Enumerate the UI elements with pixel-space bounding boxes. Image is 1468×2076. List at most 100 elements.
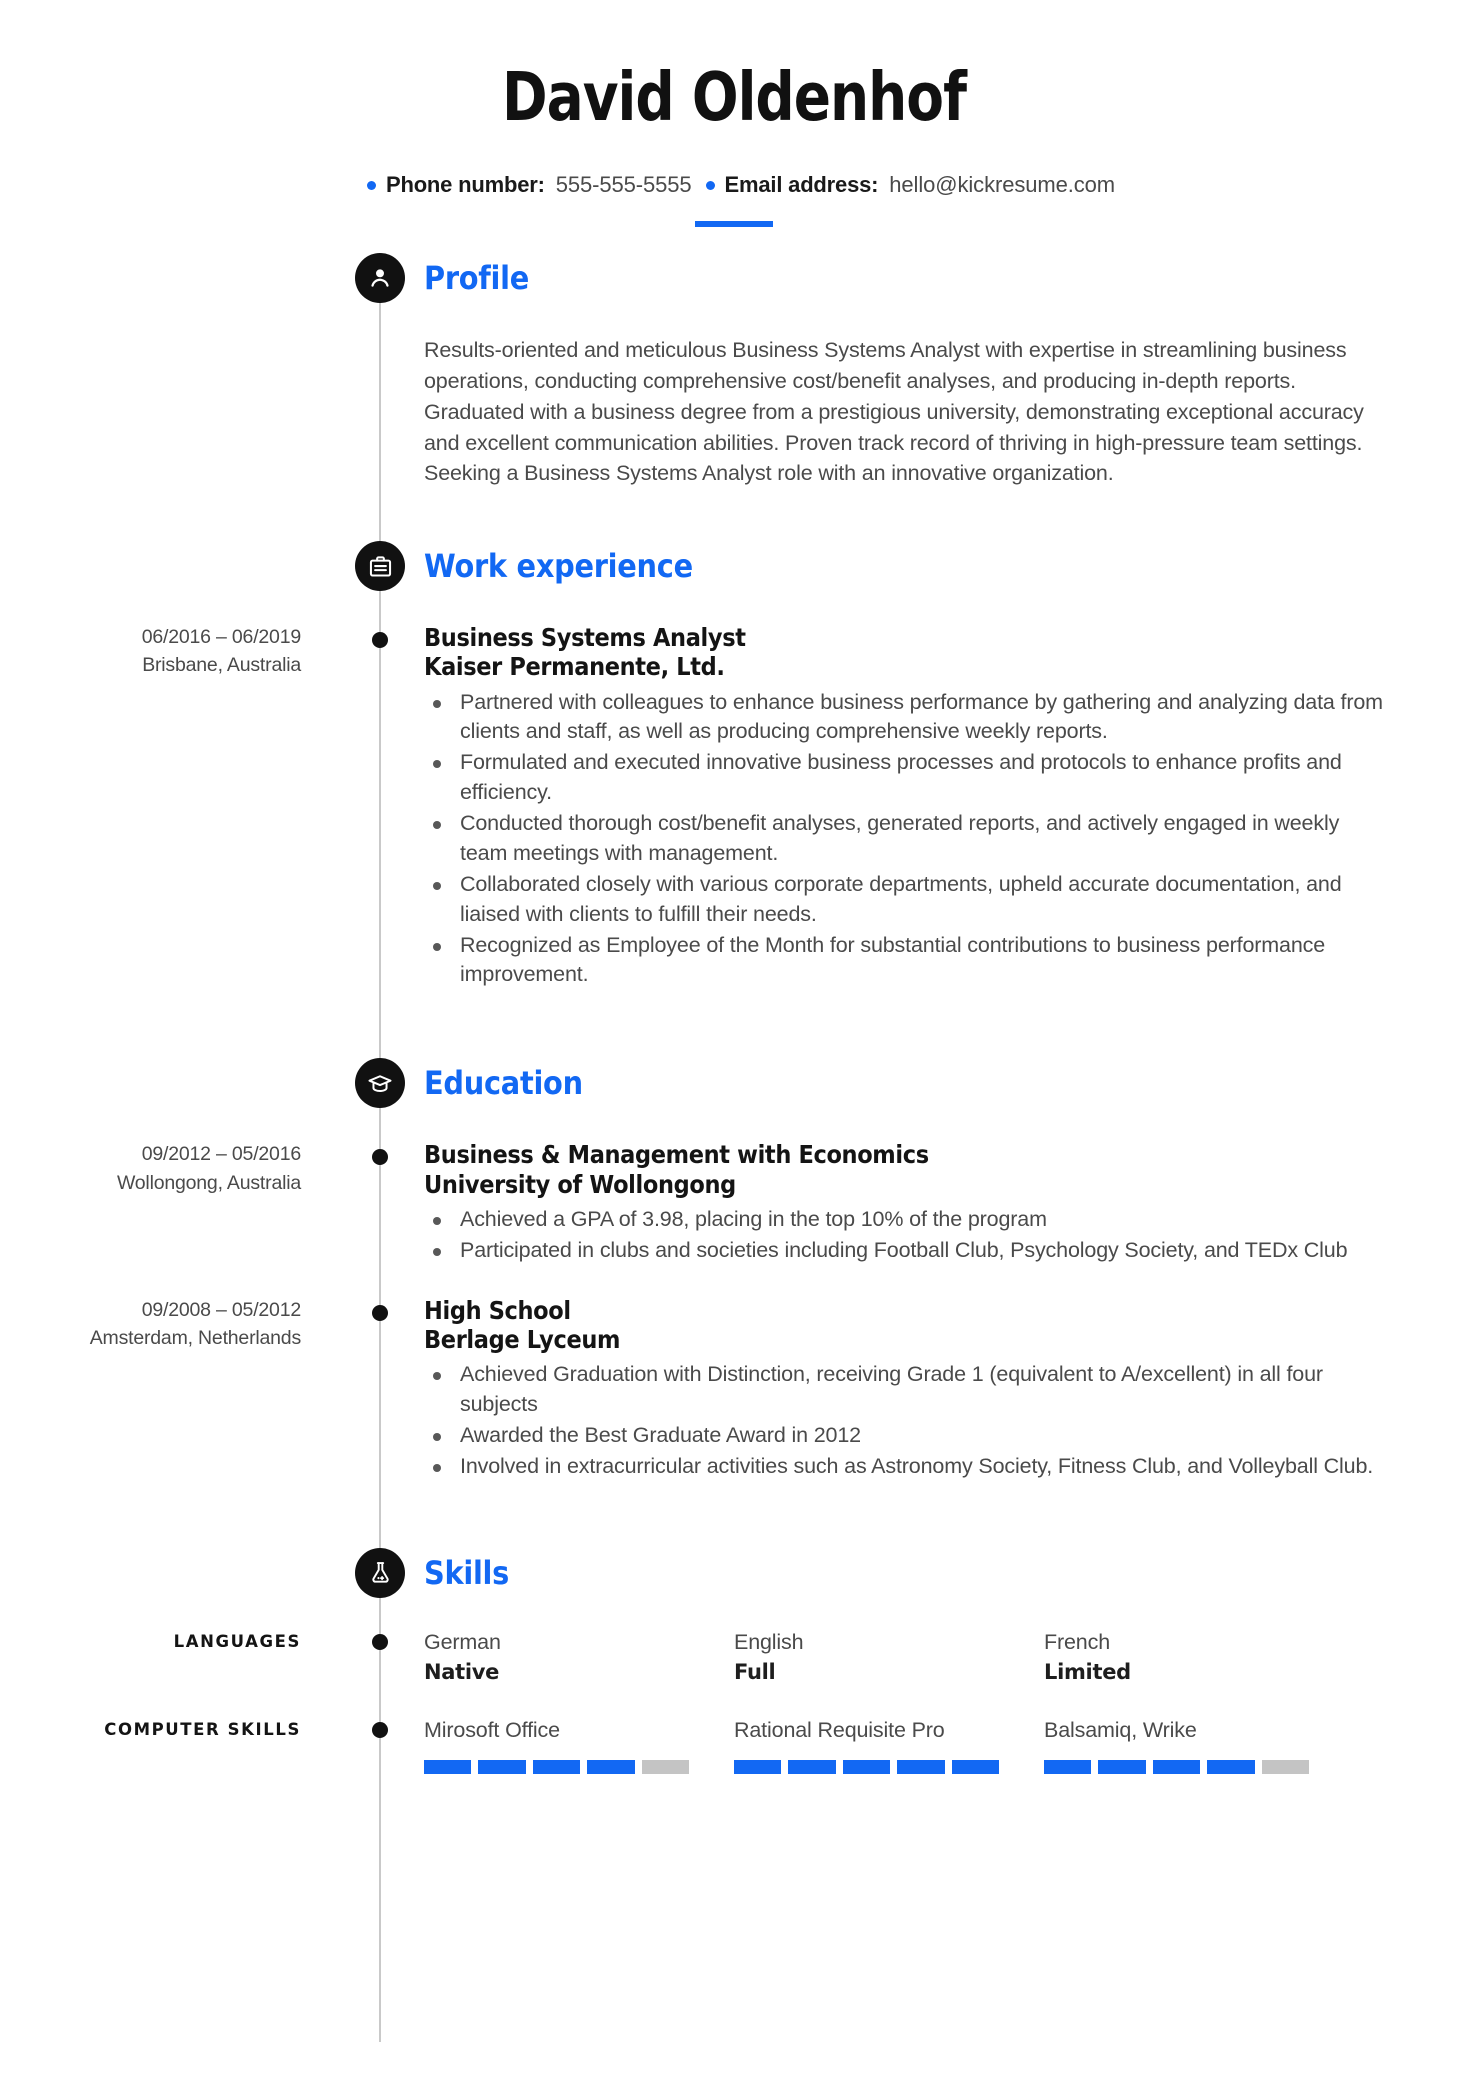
education-entry-meta: 09/2012 – 05/2016 Wollongong, Australia (0, 1140, 340, 1197)
skills-computer-label: COMPUTER SKILLS (104, 1719, 301, 1739)
computer-skill-item: Balsamiq, Wrike (1044, 1716, 1354, 1774)
skill-segment-empty (641, 1759, 690, 1774)
education-entry: 09/2012 – 05/2016 Wollongong, Australia … (0, 1140, 1468, 1265)
education-entry: 09/2008 – 05/2012 Amsterdam, Netherlands… (0, 1296, 1468, 1482)
education-entry-meta: 09/2008 – 05/2012 Amsterdam, Netherlands (0, 1296, 340, 1353)
briefcase-icon (355, 541, 405, 592)
contact-email-label: Email address: (724, 172, 879, 198)
section-work-experience: Work experience 06/2016 – 06/2019 Brisba… (0, 537, 1468, 990)
language-item: English Full (734, 1628, 1044, 1684)
education-heading: Education (0, 1054, 1468, 1112)
graduation-cap-icon (355, 1058, 405, 1109)
work-entry-organization: Kaiser Permanente, Ltd. (424, 652, 725, 682)
section-title-profile: Profile (424, 259, 530, 298)
education-entry-body: Business & Management with Economics Uni… (424, 1140, 1388, 1265)
contact-email-value: hello@kickresume.com (889, 172, 1116, 198)
flask-icon (355, 1547, 405, 1598)
language-level: Limited (1044, 1659, 1131, 1684)
computer-skill-item: Mirosoft Office (424, 1716, 734, 1774)
skill-segment-empty (1261, 1759, 1310, 1774)
section-title-education: Education (424, 1064, 583, 1103)
work-entry-title: Business Systems Analyst (424, 623, 746, 653)
skill-segment-filled (1207, 1759, 1255, 1774)
list-item: Achieved a GPA of 3.98, placing in the t… (424, 1205, 1388, 1235)
education-entry-title: High School (424, 1295, 571, 1325)
education-entry-organization: University of Wollongong (424, 1169, 736, 1199)
computer-skill-name: Rational Requisite Pro (734, 1717, 945, 1742)
work-entry-meta: 06/2016 – 06/2019 Brisbane, Australia (0, 623, 340, 680)
work-entry-bullets: Partnered with colleagues to enhance bus… (424, 688, 1388, 991)
skill-level-bar (424, 1759, 690, 1774)
work-entry-location: Brisbane, Australia (142, 654, 301, 677)
computer-skill-name: Mirosoft Office (424, 1717, 560, 1742)
skills-languages-label: LANGUAGES (173, 1631, 301, 1651)
person-icon (355, 253, 405, 304)
work-heading: Work experience (0, 537, 1468, 595)
language-level: Full (734, 1659, 776, 1684)
skill-segment-filled (1098, 1759, 1146, 1774)
work-entry: 06/2016 – 06/2019 Brisbane, Australia Bu… (0, 623, 1468, 990)
education-entry-location: Amsterdam, Netherlands (89, 1326, 301, 1349)
list-item: Recognized as Employee of the Month for … (424, 931, 1388, 991)
computer-skill-name: Balsamiq, Wrike (1044, 1717, 1197, 1742)
bullet-dot-icon (705, 180, 715, 190)
section-profile: Profile Results-oriented and meticulous … (0, 249, 1468, 489)
language-name: English (734, 1629, 804, 1654)
contact-phone-value: 555-555-5555 (555, 172, 692, 198)
profile-heading: Profile (0, 249, 1468, 307)
list-item: Formulated and executed innovative busin… (424, 748, 1388, 808)
section-title-work: Work experience (424, 547, 693, 586)
list-item: Achieved Graduation with Distinction, re… (424, 1360, 1388, 1420)
language-name: French (1044, 1629, 1111, 1654)
list-item: Participated in clubs and societies incl… (424, 1236, 1388, 1266)
education-entry-title: Business & Management with Economics (424, 1140, 929, 1170)
contact-phone: Phone number: 555-555-5555 (353, 172, 692, 198)
timeline-dot (372, 1304, 388, 1321)
skills-languages-row: LANGUAGES German Native English Full Fre… (0, 1628, 1468, 1684)
skill-segment-filled (897, 1759, 945, 1774)
contact-email: Email address: hello@kickresume.com (692, 172, 1115, 198)
language-level: Native (424, 1659, 500, 1684)
skills-computer-list: Mirosoft Office Rational Requisite Pro B… (424, 1716, 1388, 1774)
skill-level-bar (734, 1759, 1000, 1774)
skill-segment-filled (1152, 1759, 1201, 1774)
skills-heading: Skills (0, 1544, 1468, 1602)
work-entry-dates: 06/2016 – 06/2019 (141, 626, 301, 649)
skill-segment-filled (532, 1759, 581, 1774)
work-entry-body: Business Systems Analyst Kaiser Permanen… (424, 623, 1388, 990)
list-item: Partnered with colleagues to enhance bus… (424, 688, 1388, 748)
education-entry-bullets: Achieved a GPA of 3.98, placing in the t… (424, 1205, 1388, 1266)
timeline-dot (372, 632, 388, 649)
list-item: Involved in extracurricular activities s… (424, 1452, 1388, 1482)
skills-languages-list: German Native English Full French Limite… (424, 1628, 1388, 1684)
profile-summary-text: Results-oriented and meticulous Business… (424, 338, 1364, 486)
bullet-dot-icon (366, 180, 376, 190)
skill-segment-filled (424, 1759, 472, 1774)
contact-line: Phone number: 555-555-5555 Email address… (0, 172, 1468, 198)
page-title: David Oldenhof (501, 58, 967, 136)
education-entry-location: Wollongong, Australia (116, 1171, 301, 1194)
contact-phone-label: Phone number: (385, 172, 545, 198)
computer-skill-item: Rational Requisite Pro (734, 1716, 1044, 1774)
education-entry-bullets: Achieved Graduation with Distinction, re… (424, 1360, 1388, 1482)
list-item: Collaborated closely with various corpor… (424, 870, 1388, 930)
education-entry-dates: 09/2008 – 05/2012 (141, 1298, 301, 1321)
language-name: German (424, 1629, 501, 1654)
timeline-dot (372, 1149, 388, 1166)
skill-segment-filled (788, 1759, 836, 1774)
skill-segment-filled (734, 1759, 782, 1774)
resume-header: David Oldenhof Phone number: 555-555-555… (0, 0, 1468, 228)
education-entry-dates: 09/2012 – 05/2016 (141, 1143, 301, 1166)
timeline-dot (372, 1721, 388, 1738)
skill-segment-filled (842, 1759, 891, 1774)
list-item: Conducted thorough cost/benefit analyses… (424, 809, 1388, 869)
section-education: Education 09/2012 – 05/2016 Wollongong, … (0, 1054, 1468, 1481)
section-skills: Skills LANGUAGES German Native English F… (0, 1544, 1468, 1774)
skill-segment-filled (1044, 1759, 1092, 1774)
skill-level-bar (1044, 1759, 1310, 1774)
skill-segment-filled (587, 1759, 635, 1774)
skill-segment-filled (478, 1759, 526, 1774)
education-entry-body: High School Berlage Lyceum Achieved Grad… (424, 1296, 1388, 1482)
section-title-skills: Skills (424, 1553, 510, 1592)
language-item: French Limited (1044, 1628, 1354, 1684)
